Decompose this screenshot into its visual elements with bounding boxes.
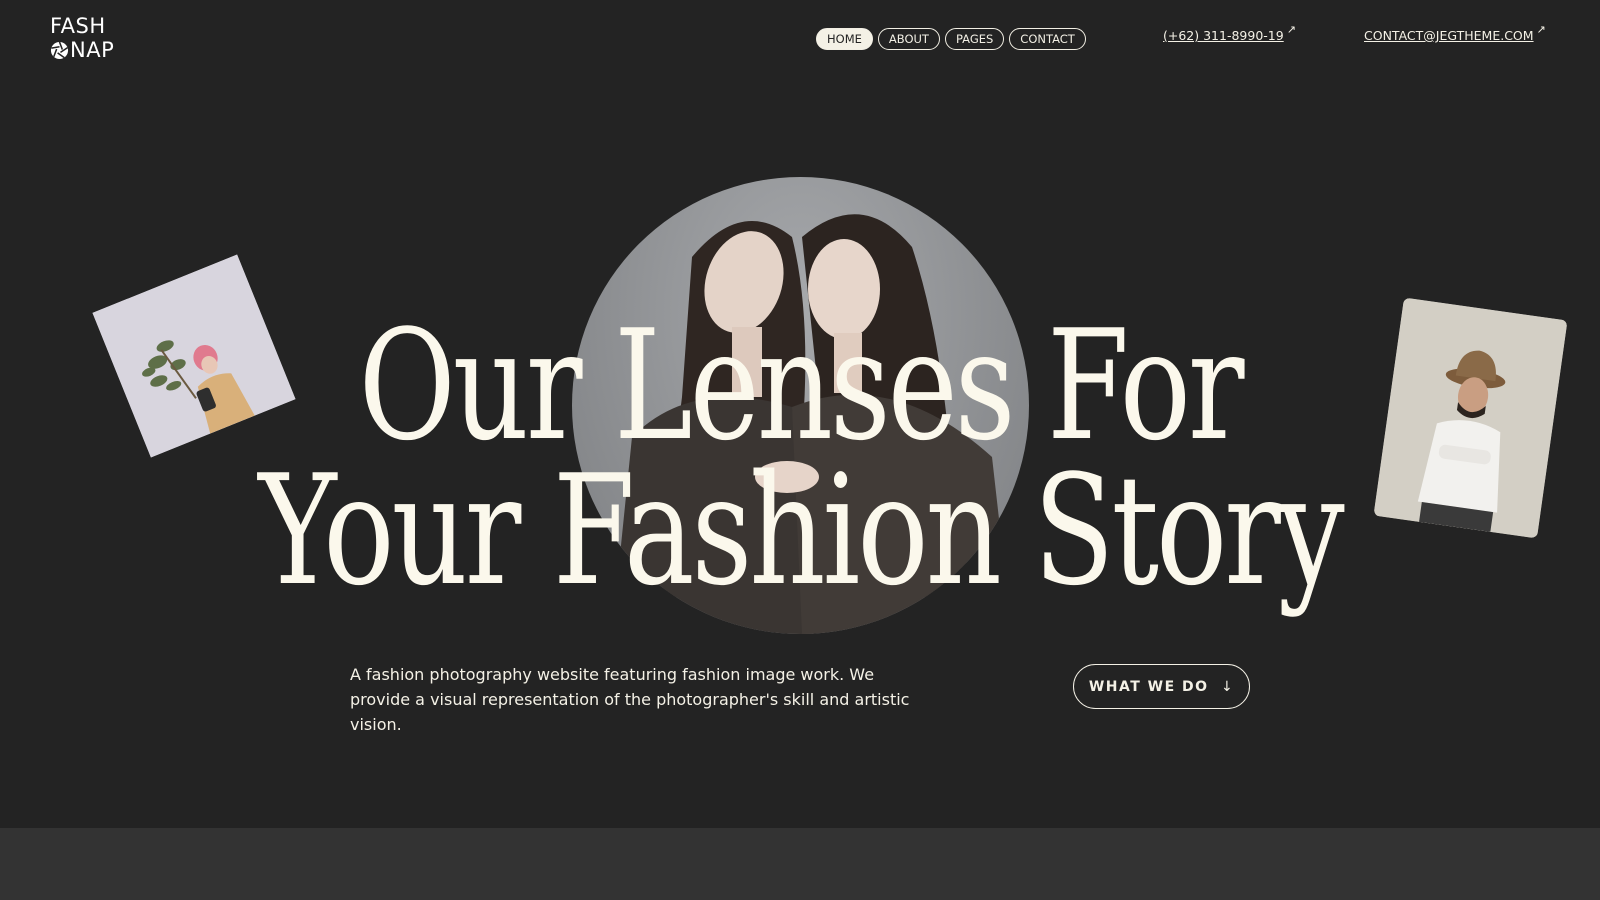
phone-link[interactable]: (+62) 311-8990-19 ↗ bbox=[1163, 23, 1296, 43]
hero-headline-line2: Your Fashion Story bbox=[258, 442, 1344, 619]
brand-logo[interactable]: FASH NAP bbox=[50, 14, 114, 62]
hero-description: A fashion photography website featuring … bbox=[350, 665, 910, 734]
nav-contact[interactable]: CONTACT bbox=[1009, 28, 1086, 50]
arrow-up-right-icon: ↗ bbox=[1536, 23, 1546, 36]
phone-text: (+62) 311-8990-19 bbox=[1163, 28, 1284, 43]
aperture-icon bbox=[50, 41, 69, 59]
email-link[interactable]: CONTACT@JEGTHEME.COM ↗ bbox=[1364, 23, 1546, 43]
what-we-do-label: WHAT WE DO bbox=[1088, 678, 1209, 695]
next-section-band bbox=[0, 828, 1600, 900]
nav-home[interactable]: HOME bbox=[816, 28, 873, 50]
main-nav: HOME ABOUT PAGES CONTACT bbox=[816, 28, 1086, 50]
what-we-do-button[interactable]: WHAT WE DO ↓ bbox=[1073, 664, 1250, 709]
email-text: CONTACT@JEGTHEME.COM bbox=[1364, 28, 1534, 43]
brand-logo-line1: FASH bbox=[50, 14, 106, 38]
arrow-down-icon: ↓ bbox=[1220, 678, 1235, 695]
arrow-up-right-icon: ↗ bbox=[1286, 23, 1296, 36]
nav-pages[interactable]: PAGES bbox=[944, 28, 1005, 50]
nav-about[interactable]: ABOUT bbox=[877, 28, 940, 50]
brand-logo-line2: NAP bbox=[70, 38, 115, 62]
